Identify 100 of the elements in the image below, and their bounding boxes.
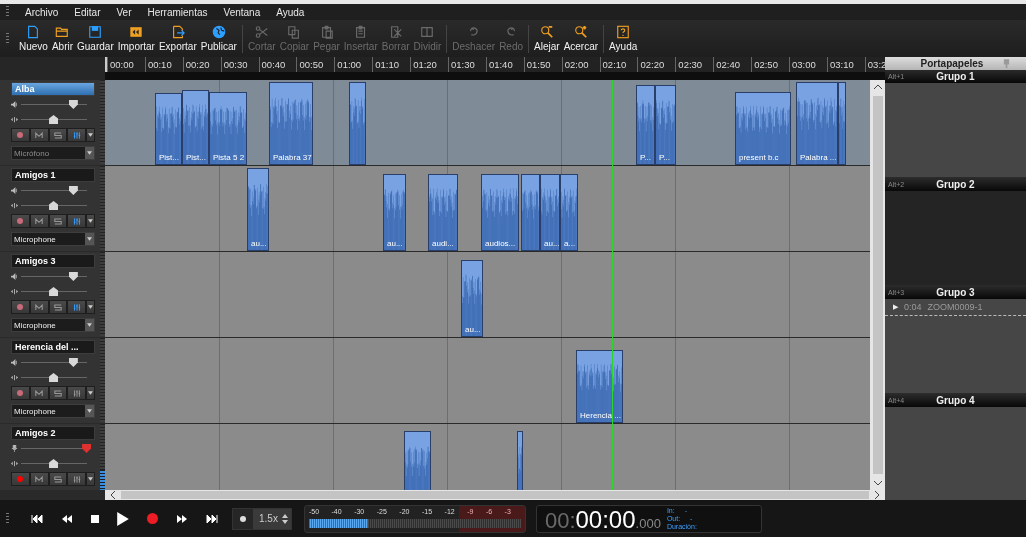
- record-button[interactable]: [11, 214, 30, 228]
- audio-clip[interactable]: P...: [655, 85, 676, 165]
- audio-clip[interactable]: Pist...: [155, 93, 182, 165]
- record-button[interactable]: [11, 386, 30, 400]
- slider-thumb[interactable]: [68, 100, 78, 109]
- audio-clip[interactable]: [521, 174, 540, 251]
- dropdown-button[interactable]: [86, 300, 96, 314]
- pan-slider[interactable]: [21, 114, 88, 125]
- fast-forward-icon[interactable]: [176, 514, 188, 523]
- scroll-down-icon[interactable]: [873, 480, 882, 486]
- skip-start-icon[interactable]: [31, 514, 43, 523]
- slider-thumb[interactable]: [49, 201, 59, 210]
- toolbar-button[interactable]: Alejar: [532, 25, 562, 52]
- menu-item[interactable]: Ventana: [215, 6, 269, 18]
- volume-slider[interactable]: [21, 271, 88, 282]
- toolbar-button[interactable]: Exportar: [156, 25, 199, 52]
- volume-slider[interactable]: [21, 185, 88, 196]
- audio-clip[interactable]: Pista 5 2: [209, 92, 247, 165]
- audio-clip[interactable]: au...: [540, 174, 560, 251]
- skip-end-icon[interactable]: [206, 514, 218, 523]
- audio-clip[interactable]: au...: [461, 260, 483, 337]
- mixer-button[interactable]: [67, 386, 87, 400]
- track-name[interactable]: Amigos 3: [11, 254, 96, 268]
- track-name[interactable]: Amigos 2: [11, 426, 96, 440]
- zoom-in-icon: [573, 25, 588, 39]
- group-title: Grupo 4: [936, 395, 975, 406]
- slider-thumb[interactable]: [82, 444, 92, 453]
- record-button[interactable]: [11, 300, 30, 314]
- audio-clip[interactable]: [838, 82, 846, 165]
- dropdown-button[interactable]: [86, 128, 96, 142]
- stop-icon[interactable]: [91, 514, 99, 523]
- track-lane[interactable]: au... au... audi... audios... au... a...: [105, 166, 870, 251]
- mixer-button[interactable]: [67, 214, 87, 228]
- mixer-button[interactable]: [67, 472, 87, 486]
- volume-slider[interactable]: [21, 99, 88, 110]
- dropdown-button[interactable]: [86, 472, 96, 486]
- audio-clip[interactable]: au...: [247, 168, 269, 251]
- toolbar-button[interactable]: Ayuda: [607, 25, 640, 52]
- vertical-scrollbar[interactable]: [870, 80, 885, 490]
- pan-slider[interactable]: [21, 458, 88, 469]
- audio-clip[interactable]: [404, 431, 431, 490]
- track-lane[interactable]: au...: [105, 252, 870, 337]
- audio-clip[interactable]: Herencia ...: [576, 350, 623, 423]
- track-lane[interactable]: Pist... Pist... Pista 5 2 Palabra 37 P... P... present b.c Palabra ...: [105, 80, 870, 165]
- track-lane[interactable]: Herencia ...: [105, 338, 870, 423]
- toolbar-button[interactable]: Guardar: [75, 25, 116, 52]
- mixer-button[interactable]: [67, 300, 87, 314]
- audio-clip[interactable]: audi...: [428, 174, 458, 251]
- time-ruler[interactable]: 00:00 00:10 00:20 00:30 00:40 00:50 01:00 01:10 01:20 01:30 01:40 01:50 02:00 02:10 02:20 02:30 02:40 02:50 03:00 03:10 03:2: [105, 57, 885, 72]
- audio-clip[interactable]: Pist...: [182, 90, 209, 165]
- volume-slider[interactable]: [21, 443, 88, 454]
- input-dropdown[interactable]: Microphone: [11, 318, 96, 332]
- record-button[interactable]: [11, 128, 30, 142]
- mixer-button[interactable]: [67, 128, 87, 142]
- scroll-right-icon[interactable]: [874, 491, 880, 499]
- toolbar-button[interactable]: Nuevo: [17, 25, 50, 52]
- toolbar-button[interactable]: Publicar: [198, 25, 239, 52]
- toolbar-button[interactable]: Importar: [115, 25, 157, 52]
- input-dropdown[interactable]: Microphone: [11, 404, 96, 418]
- slider-thumb[interactable]: [49, 459, 59, 468]
- pan-slider[interactable]: [21, 372, 88, 383]
- rewind-icon[interactable]: [61, 514, 73, 523]
- toolbar-button[interactable]: Abrir: [49, 25, 76, 52]
- track-name[interactable]: Alba: [11, 82, 96, 96]
- dropdown-button[interactable]: [86, 386, 96, 400]
- dropdown-button[interactable]: [86, 214, 96, 228]
- toolbar-button[interactable]: Acercar: [561, 25, 601, 52]
- scroll-left-icon[interactable]: [110, 491, 116, 499]
- slider-thumb[interactable]: [68, 272, 78, 281]
- audio-clip[interactable]: a...: [560, 174, 578, 251]
- audio-clip[interactable]: audios...: [481, 174, 519, 251]
- pan-slider[interactable]: [21, 286, 88, 297]
- track-name[interactable]: Herencia del ...: [11, 340, 96, 354]
- pan-slider[interactable]: [21, 200, 88, 211]
- menu-item[interactable]: Archivo: [17, 6, 67, 18]
- slider-thumb[interactable]: [49, 115, 59, 124]
- clip-name[interactable]: ZOOM0009-1: [927, 302, 983, 312]
- horizontal-scrollbar[interactable]: [105, 490, 885, 500]
- menu-item[interactable]: Ayuda: [268, 6, 313, 18]
- audio-clip[interactable]: Palabra 37: [269, 82, 313, 165]
- input-dropdown[interactable]: Microphone: [11, 232, 96, 246]
- audio-clip[interactable]: au...: [383, 174, 406, 251]
- slider-thumb[interactable]: [49, 287, 59, 296]
- play-icon[interactable]: [117, 511, 129, 526]
- audio-clip[interactable]: present b.c: [735, 92, 791, 165]
- record-icon[interactable]: [147, 513, 158, 524]
- volume-slider[interactable]: [21, 357, 88, 368]
- menu-item[interactable]: Herramientas: [139, 6, 216, 18]
- audio-clip[interactable]: [349, 82, 366, 165]
- menu-item[interactable]: Editar: [66, 6, 109, 18]
- audio-clip[interactable]: Palabra ...: [796, 82, 838, 165]
- slider-thumb[interactable]: [68, 358, 78, 367]
- speaker-icon: [11, 101, 18, 108]
- audio-clip[interactable]: P...: [636, 85, 655, 165]
- scroll-up-icon[interactable]: [873, 84, 882, 90]
- slider-thumb[interactable]: [68, 186, 78, 195]
- menu-item[interactable]: Ver: [108, 6, 140, 18]
- record-button[interactable]: [11, 472, 30, 486]
- track-name[interactable]: Amigos 1: [11, 168, 96, 182]
- slider-thumb[interactable]: [49, 373, 59, 382]
